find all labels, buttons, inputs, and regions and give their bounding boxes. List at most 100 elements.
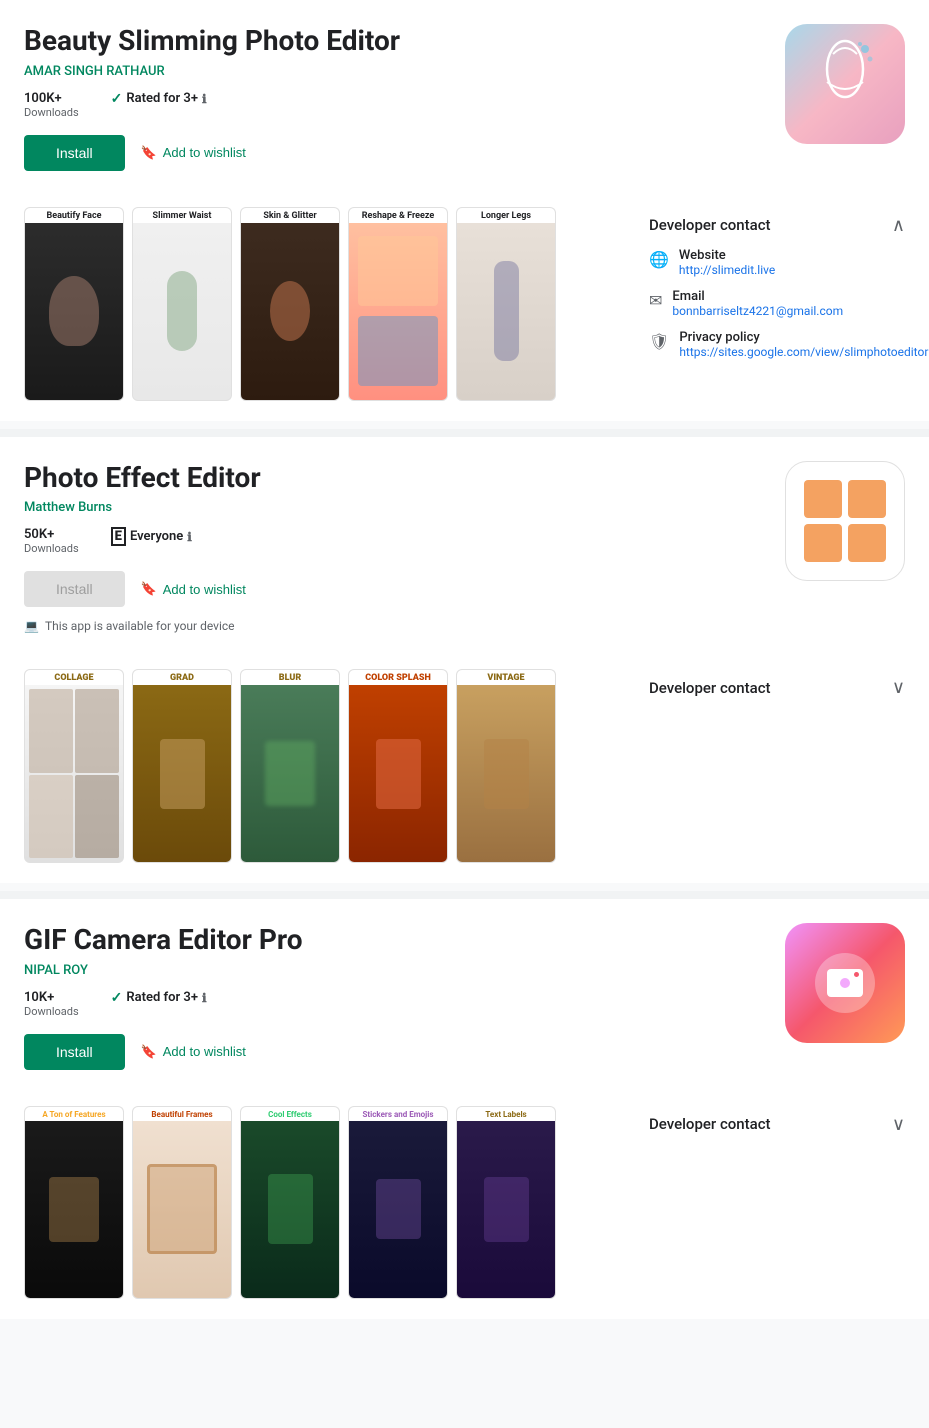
screenshot-label-frames: Beautiful Frames <box>132 1106 232 1121</box>
chevron-down-icon-photo: ∨ <box>892 677 905 698</box>
website-icon-beauty: 🌐 <box>649 250 669 269</box>
screenshots-beauty: Beautify Face Slimmer Waist <box>24 199 625 421</box>
developer-contact-header-gif[interactable]: Developer contact ∨ <box>649 1114 905 1135</box>
developer-contact-title-photo: Developer contact <box>649 679 771 697</box>
app-actions-gif: Install 🔖 Add to wishlist <box>24 1034 761 1070</box>
downloads-value-gif: 10K+ <box>24 990 79 1005</box>
gif-camera-body <box>827 969 863 997</box>
contact-privacy-content-beauty: Privacy policy https://sites.google.com/… <box>679 330 928 359</box>
downloads-value-photo: 50K+ <box>24 527 79 542</box>
install-button-photo: Install <box>24 571 125 607</box>
app-title-photo: Photo Effect Editor <box>24 461 761 495</box>
screenshot-label-colorsplash: COLOR SPLASH <box>348 669 448 685</box>
app-developer-beauty[interactable]: AMAR SINGH RATHAUR <box>24 64 761 79</box>
screenshots-gif: A Ton of Features Beautiful Frames <box>24 1098 625 1319</box>
developer-contact-panel-gif: Developer contact ∨ <box>625 1098 905 1163</box>
screenshot-img-features <box>24 1121 124 1299</box>
screenshot-label-longer: Longer Legs <box>456 207 556 223</box>
content-row-photo: COLLAGE GRAD <box>24 661 905 883</box>
photo-icon-cell-1 <box>804 480 842 518</box>
privacy-icon-beauty: 🛡 <box>649 332 669 351</box>
wishlist-button-gif[interactable]: 🔖 Add to wishlist <box>141 1044 246 1060</box>
screenshot-skin: Skin & Glitter <box>240 207 340 401</box>
app-stats-beauty: 100K+ Downloads ✓ Rated for 3+ ℹ <box>24 91 761 119</box>
screenshot-features: A Ton of Features <box>24 1106 124 1299</box>
screenshot-collage: COLLAGE <box>24 669 124 863</box>
developer-contact-panel-beauty: Developer contact ∧ 🌐 Website http://sli… <box>625 199 905 387</box>
screenshot-img-longer <box>456 223 556 401</box>
screenshot-img-effects <box>240 1121 340 1299</box>
section-divider-2 <box>0 891 929 899</box>
downloads-label-beauty: Downloads <box>24 106 79 119</box>
gif-camera-lens <box>838 976 852 990</box>
rating-value-beauty: ✓ Rated for 3+ ℹ <box>111 91 207 107</box>
info-icon-photo: ℹ <box>187 530 192 544</box>
screenshot-label-collage: COLLAGE <box>24 669 124 685</box>
app-icon-photo <box>785 461 905 581</box>
screenshots-row-beauty: Beautify Face Slimmer Waist <box>24 199 625 421</box>
wishlist-icon-photo: 🔖 <box>141 581 157 597</box>
privacy-value-beauty[interactable]: https://sites.google.com/view/slimphotoe… <box>679 345 928 359</box>
contact-website-content-beauty: Website http://slimedit.live <box>679 248 775 277</box>
rating-value-photo: E Everyone ℹ <box>111 527 192 546</box>
screenshot-reshape: Reshape & Freeze <box>348 207 448 401</box>
screenshot-img-skin <box>240 223 340 401</box>
screenshot-textlabels: Text Labels <box>456 1106 556 1299</box>
screenshots-row-photo: COLLAGE GRAD <box>24 661 625 883</box>
photo-icon-grid <box>792 468 898 574</box>
wishlist-button-beauty[interactable]: 🔖 Add to wishlist <box>141 145 246 161</box>
email-icon-beauty: ✉ <box>649 291 662 310</box>
install-button-beauty[interactable]: Install <box>24 135 125 171</box>
app-header-gif: GIF Camera Editor Pro NIPAL ROY 10K+ Dow… <box>24 923 905 1082</box>
rating-icon-gif: ✓ <box>111 990 123 1006</box>
screenshots-row-gif: A Ton of Features Beautiful Frames <box>24 1098 625 1319</box>
chevron-up-icon-beauty: ∧ <box>892 215 905 236</box>
screenshot-blur: BLUR <box>240 669 340 863</box>
app-actions-beauty: Install 🔖 Add to wishlist <box>24 135 761 171</box>
gif-camera-dot <box>854 972 859 977</box>
chevron-down-icon-gif: ∨ <box>892 1114 905 1135</box>
developer-contact-header-photo[interactable]: Developer contact ∨ <box>649 677 905 698</box>
app-header-left-beauty: Beauty Slimming Photo Editor AMAR SINGH … <box>24 24 761 183</box>
info-icon-gif: ℹ <box>202 991 207 1005</box>
app-developer-photo[interactable]: Matthew Burns <box>24 500 761 515</box>
screenshot-beautify: Beautify Face <box>24 207 124 401</box>
app-developer-gif[interactable]: NIPAL ROY <box>24 963 761 978</box>
developer-contact-panel-photo: Developer contact ∨ <box>625 661 905 726</box>
screenshot-label-features: A Ton of Features <box>24 1106 124 1121</box>
info-icon-beauty: ℹ <box>202 92 207 106</box>
screenshot-colorsplash: COLOR SPLASH <box>348 669 448 863</box>
app-section-gif: GIF Camera Editor Pro NIPAL ROY 10K+ Dow… <box>0 899 929 1319</box>
screenshot-img-colorsplash <box>348 685 448 863</box>
device-note-photo: 💻 This app is available for your device <box>24 619 761 633</box>
email-value-beauty[interactable]: bonnbarriseltz4221@gmail.com <box>672 304 843 318</box>
stat-rating-gif: ✓ Rated for 3+ ℹ <box>111 990 207 1018</box>
wishlist-button-photo[interactable]: 🔖 Add to wishlist <box>141 581 246 597</box>
screenshot-vintage: VINTAGE <box>456 669 556 863</box>
rating-value-gif: ✓ Rated for 3+ ℹ <box>111 990 207 1006</box>
install-button-gif[interactable]: Install <box>24 1034 125 1070</box>
developer-contact-header-beauty[interactable]: Developer contact ∧ <box>649 215 905 236</box>
app-icon-beauty <box>785 24 905 144</box>
device-icon-photo: 💻 <box>24 619 39 633</box>
screenshot-img-frames <box>132 1121 232 1299</box>
wishlist-icon-gif: 🔖 <box>141 1044 157 1060</box>
screenshot-img-beautify <box>24 223 124 401</box>
screenshot-label-grad: GRAD <box>132 669 232 685</box>
app-header-left-photo: Photo Effect Editor Matthew Burns 50K+ D… <box>24 461 761 646</box>
app-header-photo: Photo Effect Editor Matthew Burns 50K+ D… <box>24 461 905 646</box>
photo-icon-cell-3 <box>804 524 842 562</box>
website-value-beauty[interactable]: http://slimedit.live <box>679 263 775 277</box>
wishlist-icon-beauty: 🔖 <box>141 145 157 161</box>
screenshot-label-effects: Cool Effects <box>240 1106 340 1121</box>
app-icon-gif <box>785 923 905 1043</box>
privacy-label-beauty: Privacy policy <box>679 330 928 345</box>
screenshot-effects: Cool Effects <box>240 1106 340 1299</box>
contact-email-content-beauty: Email bonnbarriseltz4221@gmail.com <box>672 289 843 318</box>
screenshot-img-textlabels <box>456 1121 556 1299</box>
downloads-label-gif: Downloads <box>24 1005 79 1018</box>
screenshot-img-stickers <box>348 1121 448 1299</box>
content-row-beauty: Beautify Face Slimmer Waist <box>24 199 905 421</box>
screenshot-longer: Longer Legs <box>456 207 556 401</box>
app-header-left-gif: GIF Camera Editor Pro NIPAL ROY 10K+ Dow… <box>24 923 761 1082</box>
